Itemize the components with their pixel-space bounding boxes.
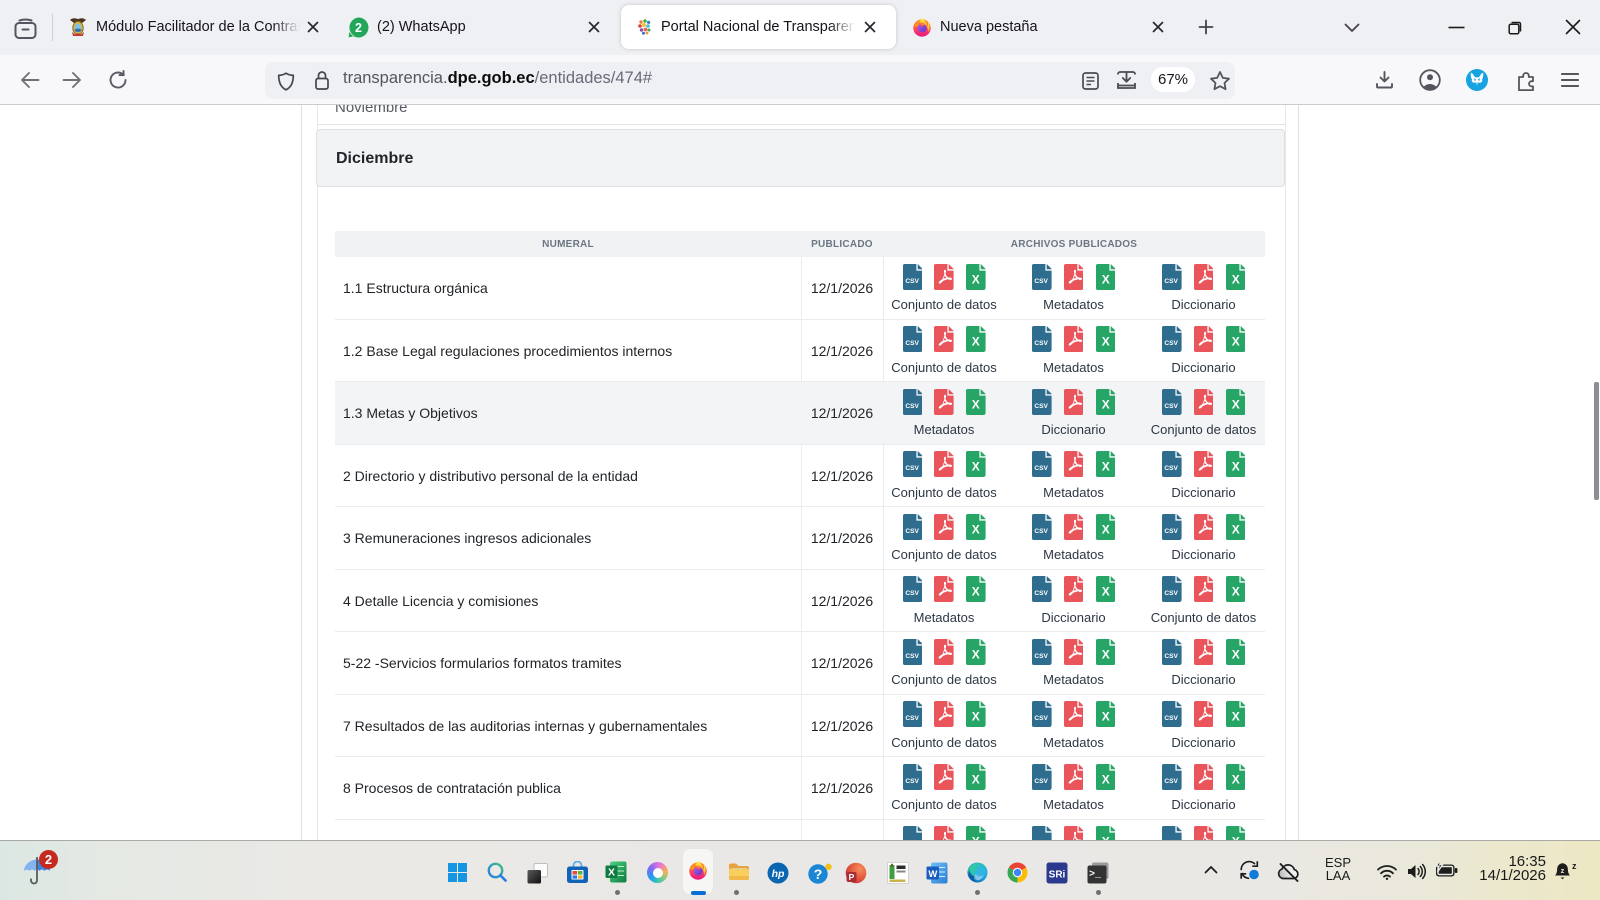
- svg-text:X: X: [608, 867, 615, 879]
- svg-text:?: ?: [814, 866, 823, 882]
- svg-text:P: P: [849, 872, 855, 882]
- svg-text:W: W: [928, 869, 937, 880]
- svg-text:hp: hp: [772, 868, 785, 880]
- svg-text:>_: >_: [1089, 869, 1102, 880]
- svg-text:SRi: SRi: [1049, 869, 1066, 880]
- svg-text:z: z: [1572, 861, 1577, 871]
- svg-text:2: 2: [355, 21, 362, 35]
- svg-text:z: z: [1561, 866, 1565, 875]
